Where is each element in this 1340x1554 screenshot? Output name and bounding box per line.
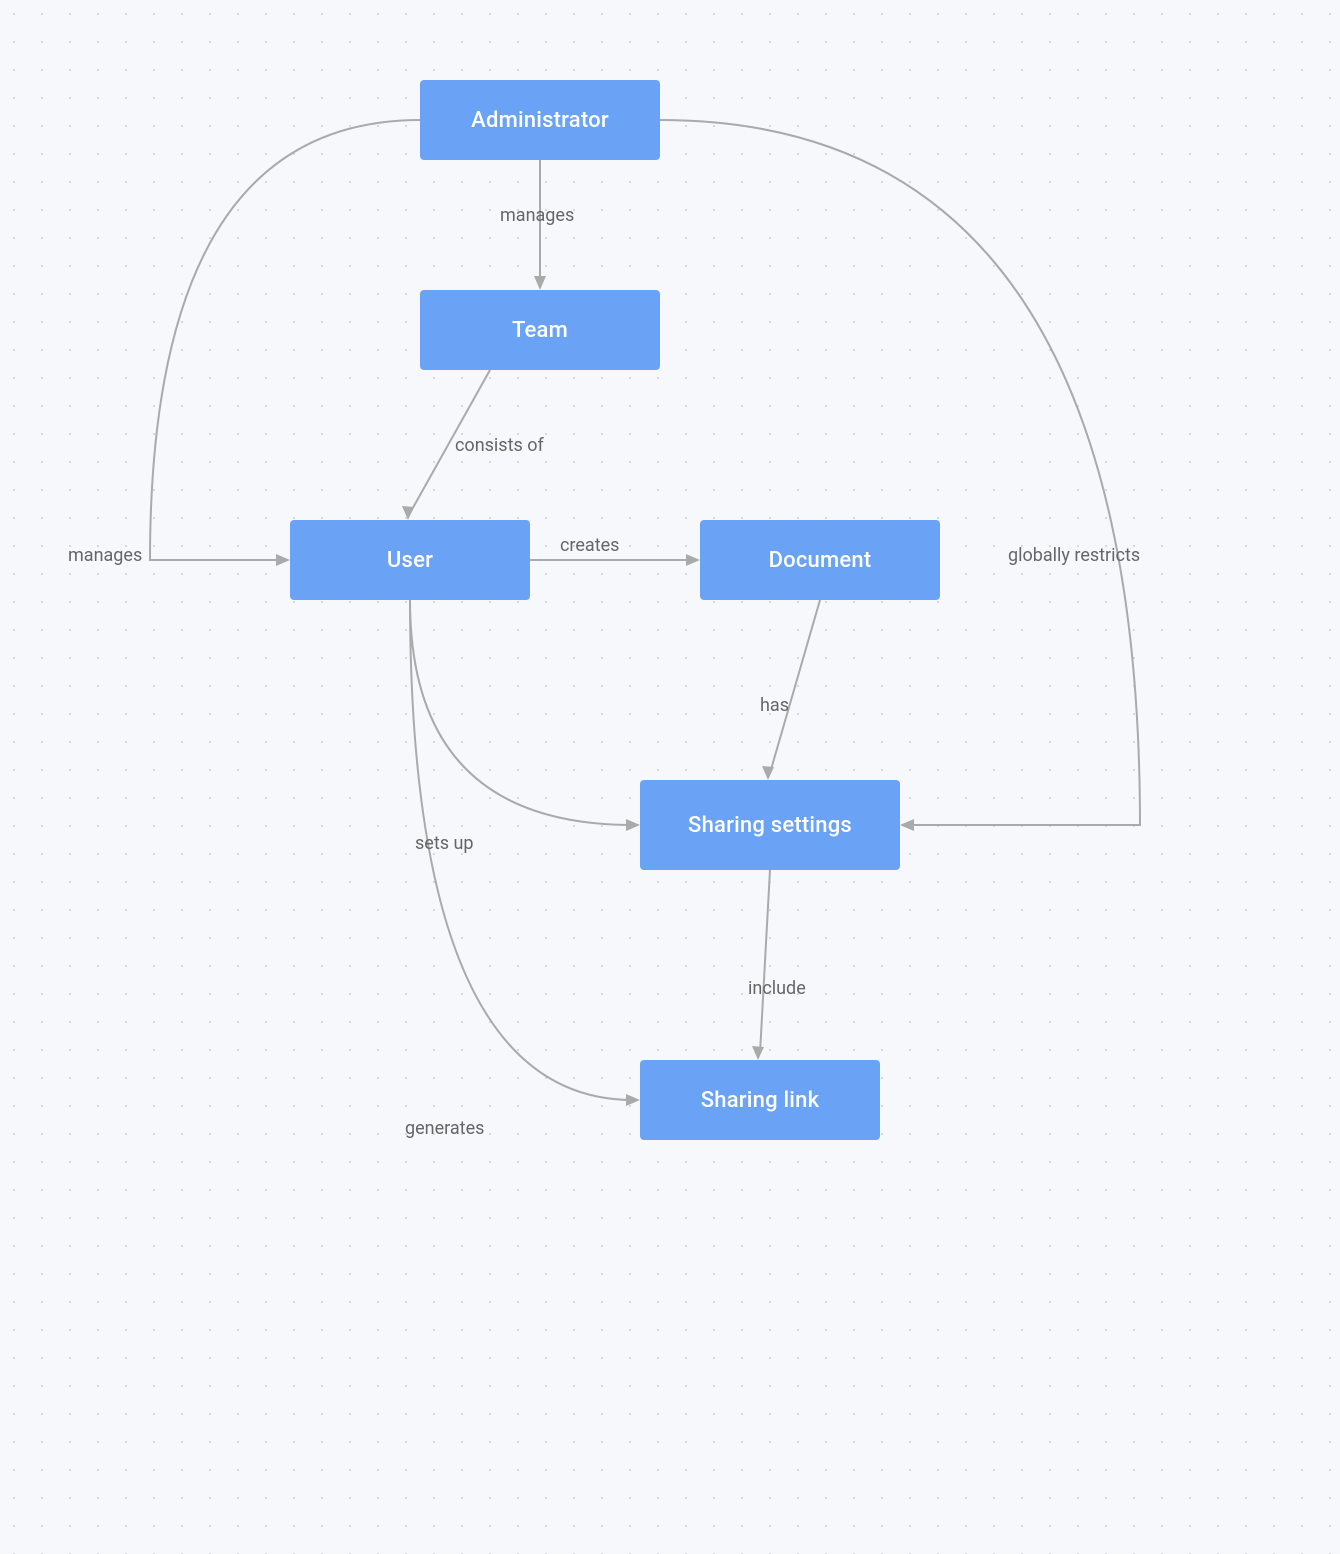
label-consists-of: consists of: [455, 435, 544, 456]
node-sharing-settings: Sharing settings: [640, 780, 900, 870]
label-globally-restricts: globally restricts: [1008, 545, 1140, 566]
node-user: User: [290, 520, 530, 600]
node-sharing-link-label: Sharing link: [701, 1088, 820, 1113]
label-manages-left: manages: [68, 545, 142, 566]
diagram-canvas: Administrator Team User Document Sharing…: [0, 0, 1340, 1554]
label-creates: creates: [560, 535, 619, 556]
node-user-label: User: [387, 548, 433, 573]
label-sets-up: sets up: [415, 833, 474, 854]
node-sharing-settings-label: Sharing settings: [688, 813, 852, 838]
node-team: Team: [420, 290, 660, 370]
label-include: include: [748, 978, 806, 999]
node-document: Document: [700, 520, 940, 600]
node-document-label: Document: [769, 548, 872, 573]
node-team-label: Team: [512, 318, 568, 343]
node-sharing-link: Sharing link: [640, 1060, 880, 1140]
label-manages-down: manages: [500, 205, 574, 226]
label-generates: generates: [405, 1118, 484, 1139]
label-has: has: [760, 695, 789, 716]
node-administrator: Administrator: [420, 80, 660, 160]
diagram-arrows: [0, 0, 1340, 1554]
node-administrator-label: Administrator: [471, 108, 609, 133]
